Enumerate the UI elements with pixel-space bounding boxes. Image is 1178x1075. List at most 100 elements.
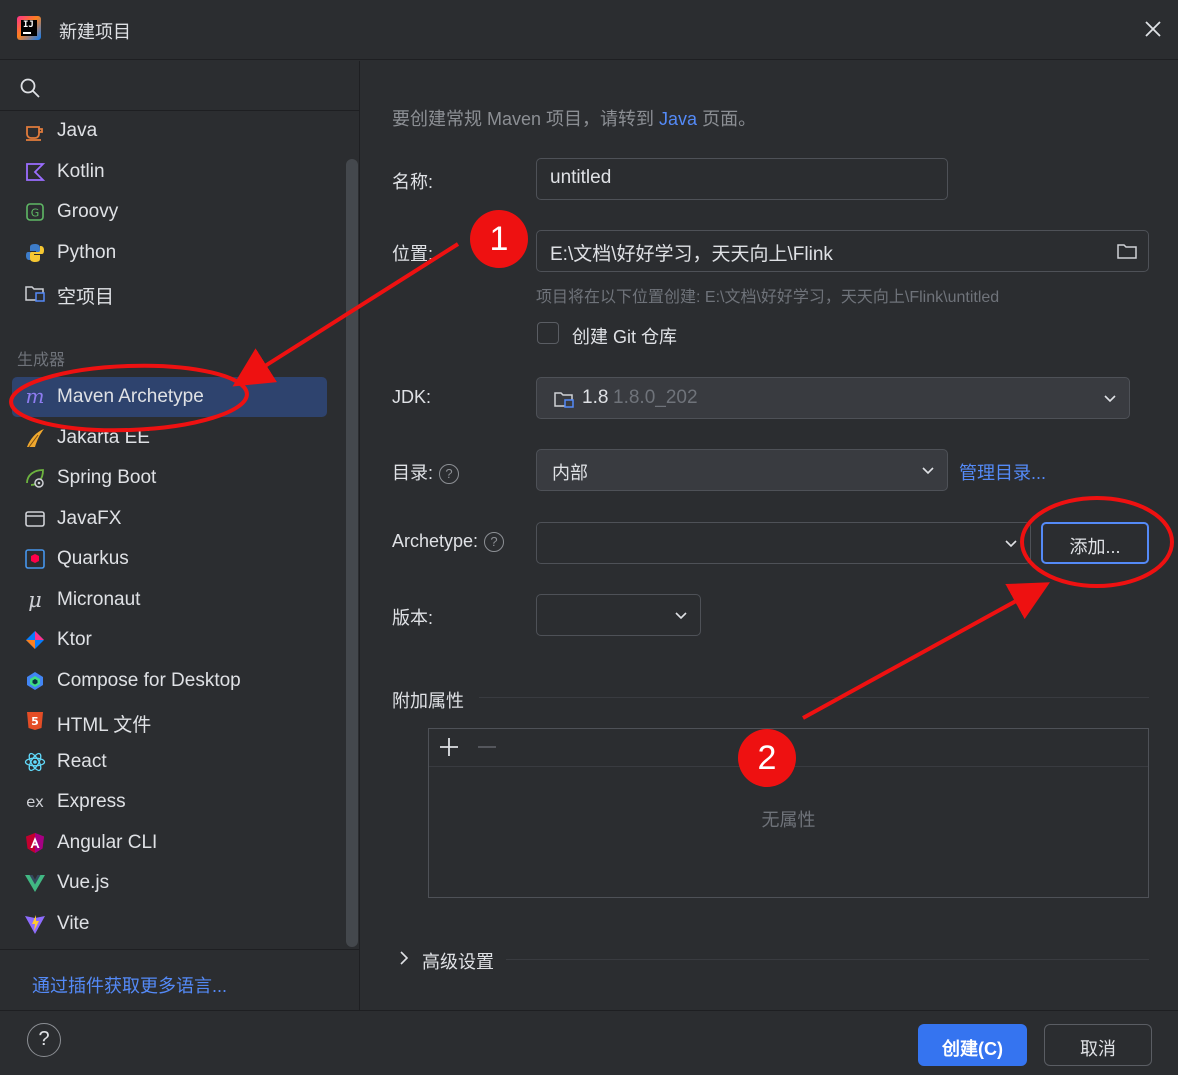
sidebar-item-java[interactable]: Java xyxy=(12,111,327,151)
location-value: E:\文档\好好学习，天天向上\Flink xyxy=(550,244,833,265)
location-label: 位置: xyxy=(392,244,434,264)
sidebar-item-angular-cli[interactable]: Angular CLI xyxy=(12,823,327,863)
create-button-label: 创建(C) xyxy=(942,1039,1003,1059)
sidebar-item-label: Vite xyxy=(57,913,90,934)
sidebar-item-react[interactable]: React xyxy=(12,742,327,782)
sidebar-item-ktor[interactable]: Ktor xyxy=(12,620,327,660)
location-field[interactable]: E:\文档\好好学习，天天向上\Flink xyxy=(536,230,1149,272)
search-icon[interactable] xyxy=(19,77,41,99)
window-title: 新建项目 xyxy=(59,22,131,42)
version-select[interactable] xyxy=(536,594,701,636)
more-languages-link[interactable]: 通过插件获取更多语言... xyxy=(32,972,227,998)
sidebar-item-label: Groovy xyxy=(57,201,119,222)
archetype-label-wrap: Archetype:? xyxy=(392,531,505,553)
location-hint: 项目将在以下位置创建: E:\文档\好好学习，天天向上\Flink\untitl… xyxy=(536,289,1000,306)
sidebar-scrollbar[interactable] xyxy=(346,159,358,947)
jdk-label: JDK: xyxy=(392,387,432,407)
annotation-badge-1: 1 xyxy=(470,210,528,268)
sidebar-item-vuejs[interactable]: Vue.js xyxy=(12,863,327,903)
add-archetype-button[interactable]: 添加... xyxy=(1041,522,1149,564)
micronaut-icon: μ xyxy=(28,589,42,611)
jdk-folder-icon xyxy=(554,392,574,408)
folder-icon[interactable] xyxy=(1116,241,1138,261)
project-settings-form: 要创建常规 Maven 项目，请转到 Java 页面。 名称: untitled… xyxy=(361,61,1178,1010)
close-icon[interactable] xyxy=(1140,16,1166,42)
svg-text:μ: μ xyxy=(28,589,42,611)
compose-icon xyxy=(27,672,43,690)
plus-icon[interactable] xyxy=(439,737,459,757)
sidebar-item-label: 空项目 xyxy=(57,287,115,308)
chevron-down-icon xyxy=(1104,395,1116,403)
create-git-checkbox[interactable] xyxy=(537,322,559,344)
no-properties-text: 无属性 xyxy=(761,810,816,830)
sidebar-item-label: Express xyxy=(57,791,126,812)
sidebar-item-compose-desktop[interactable]: Compose for Desktop xyxy=(12,661,327,701)
sidebar-item-label: Quarkus xyxy=(57,548,129,569)
version-label: 版本: xyxy=(392,608,434,628)
hint-suffix: 页面。 xyxy=(702,109,757,129)
sidebar-item-express[interactable]: ex Express xyxy=(12,782,327,822)
sidebar-item-vite[interactable]: Vite xyxy=(12,904,327,944)
extra-properties-title: 附加属性 xyxy=(392,691,464,711)
python-icon xyxy=(26,244,44,262)
title-bar: IJ 新建项目 xyxy=(0,0,1178,60)
svg-text:G: G xyxy=(31,207,40,220)
section-divider xyxy=(479,697,1149,698)
cancel-button-label: 取消 xyxy=(1080,1039,1116,1059)
sidebar-item-micronaut[interactable]: μ Micronaut xyxy=(12,580,327,620)
sidebar-item-javafx[interactable]: JavaFX xyxy=(12,499,327,539)
react-icon xyxy=(24,752,46,772)
annotation-badge-2: 2 xyxy=(738,729,796,787)
sidebar-item-kotlin[interactable]: Kotlin xyxy=(12,152,327,192)
spring-boot-icon xyxy=(26,469,44,488)
help-icon[interactable]: ? xyxy=(439,464,460,485)
sidebar-item-maven-archetype[interactable]: m Maven Archetype xyxy=(12,377,327,417)
name-field[interactable]: untitled xyxy=(536,158,948,200)
chevron-down-icon xyxy=(1005,540,1017,548)
sidebar-item-label: JavaFX xyxy=(57,508,122,529)
sidebar-item-label: Angular CLI xyxy=(57,832,158,853)
sidebar-item-label: Maven Archetype xyxy=(57,386,204,407)
sidebar-item-spring-boot[interactable]: Spring Boot xyxy=(12,458,327,498)
create-button[interactable]: 创建(C) xyxy=(918,1024,1027,1066)
maven-icon: m xyxy=(26,386,45,408)
catalog-label: 目录: xyxy=(392,463,434,483)
catalog-value: 内部 xyxy=(552,463,588,483)
cancel-button[interactable]: 取消 xyxy=(1044,1024,1152,1066)
section-divider xyxy=(506,959,1149,960)
chevron-down-icon xyxy=(922,467,934,475)
chevron-right-icon[interactable] xyxy=(397,950,411,966)
sidebar-item-python[interactable]: Python xyxy=(12,233,327,273)
help-button[interactable]: ? xyxy=(27,1023,61,1057)
catalog-select[interactable]: 内部 xyxy=(536,449,948,491)
name-label: 名称: xyxy=(392,172,434,192)
manage-catalogs-link[interactable]: 管理目录... xyxy=(959,459,1046,485)
kotlin-icon xyxy=(26,163,46,181)
help-icon[interactable]: ? xyxy=(484,532,505,553)
name-value: untitled xyxy=(550,167,612,188)
java-page-link[interactable]: Java xyxy=(659,109,697,129)
sidebar-item-empty-project[interactable]: 空项目 xyxy=(12,273,327,313)
sidebar-item-html-file[interactable]: 5 HTML 文件 xyxy=(12,701,327,741)
sidebar-item-label: React xyxy=(57,751,107,772)
sidebar-item-groovy[interactable]: G Groovy xyxy=(12,192,327,232)
archetype-select[interactable] xyxy=(536,522,1031,564)
project-type-sidebar: Java Kotlin G Groovy Python 空项目 生成器 m Ma… xyxy=(0,61,360,1010)
java-cup-icon xyxy=(26,126,43,141)
express-icon: ex xyxy=(26,793,44,811)
jdk-select[interactable]: 1.8 1.8.0_202 xyxy=(536,377,1130,419)
sidebar-item-label: Ktor xyxy=(57,629,92,650)
generators-section-label: 生成器 xyxy=(17,352,66,369)
angular-icon xyxy=(26,833,44,853)
sidebar-item-label: Python xyxy=(57,242,117,263)
sidebar-item-label: Kotlin xyxy=(57,161,105,182)
sidebar-item-quarkus[interactable]: Quarkus xyxy=(12,539,327,579)
advanced-settings-toggle[interactable]: 高级设置 xyxy=(422,948,494,974)
minus-icon[interactable] xyxy=(477,737,497,757)
catalog-label-wrap: 目录:? xyxy=(392,459,460,485)
sidebar-item-jakarta-ee[interactable]: Jakarta EE xyxy=(12,418,327,458)
jdk-version: 1.8.0_202 xyxy=(613,387,698,408)
quarkus-icon xyxy=(25,549,45,569)
sidebar-item-label: Java xyxy=(57,120,98,141)
groovy-icon: G xyxy=(26,203,44,221)
